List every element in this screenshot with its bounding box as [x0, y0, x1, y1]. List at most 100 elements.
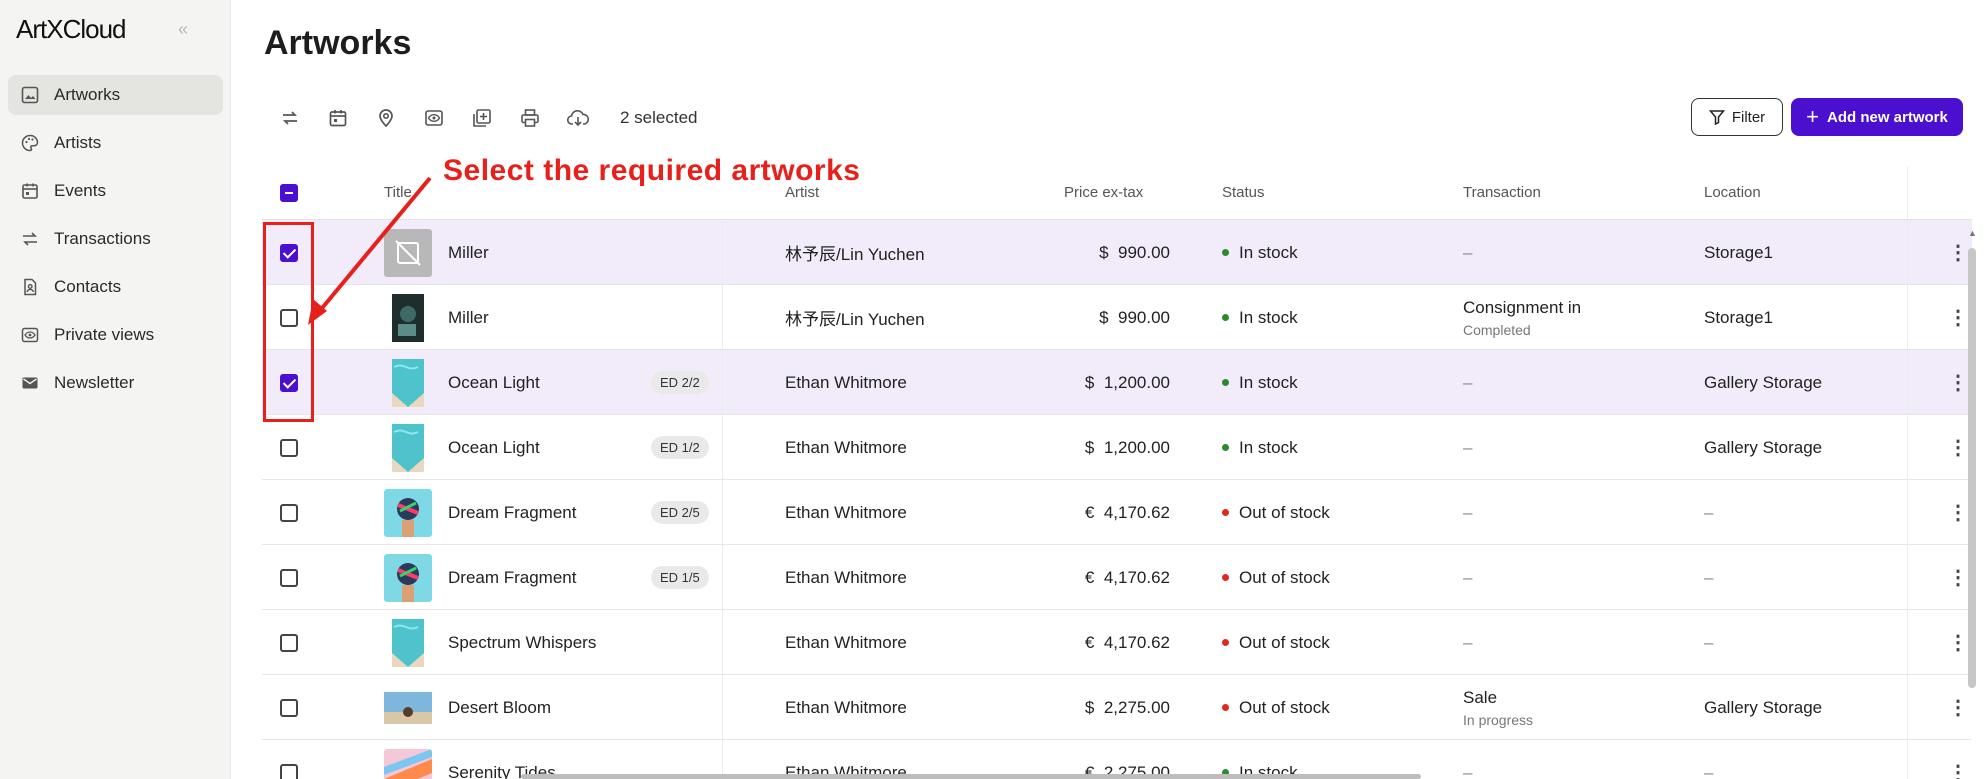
select-all-checkbox[interactable] — [280, 184, 298, 202]
status-label: In stock — [1239, 372, 1298, 392]
artist-cell[interactable]: Ethan Whitmore — [785, 350, 907, 415]
status-label: In stock — [1239, 242, 1298, 262]
sidebar-item-private-views[interactable]: Private views — [8, 315, 223, 355]
artist-cell[interactable]: 林予辰/Lin Yuchen — [785, 220, 925, 285]
artwork-title[interactable]: Spectrum Whispers — [448, 610, 596, 675]
header-location[interactable]: Location — [1704, 184, 1761, 201]
row-checkbox[interactable] — [280, 480, 298, 545]
location-cell: Gallery Storage — [1704, 697, 1823, 717]
sidebar-item-label: Contacts — [54, 277, 122, 296]
scrollbar-thumb[interactable] — [1968, 248, 1976, 688]
sidebar-item-events[interactable]: Events — [8, 171, 223, 211]
row-menu-icon[interactable]: ⋮ — [1948, 740, 1968, 779]
artwork-title[interactable]: Ocean Light — [448, 350, 540, 415]
sidebar-item-label: Artworks — [54, 85, 121, 104]
row-menu-icon[interactable]: ⋮ — [1948, 220, 1968, 285]
transaction-cell: Consignment in Completed — [1463, 285, 1581, 350]
add-new-artwork-button[interactable]: + Add new artwork — [1791, 98, 1963, 136]
app-logo[interactable]: ArtXCloud — [16, 14, 126, 45]
row-checkbox[interactable] — [280, 415, 298, 480]
row-menu-icon[interactable]: ⋮ — [1948, 285, 1968, 350]
cloud-download-icon[interactable] — [560, 102, 596, 134]
header-transaction[interactable]: Transaction — [1463, 184, 1541, 201]
scroll-up-icon[interactable]: ▲ — [1968, 228, 1977, 238]
artist-cell[interactable]: Ethan Whitmore — [785, 545, 907, 610]
annotation-highlight-box — [263, 222, 314, 422]
sidebar-item-artists[interactable]: Artists — [8, 123, 223, 163]
transfer-icon[interactable] — [272, 102, 308, 134]
table-row[interactable]: Ocean Light ED 1/2 Ethan Whitmore $ 1,200.0… — [262, 415, 1972, 480]
sidebar-item-newsletter[interactable]: Newsletter — [8, 363, 223, 403]
filter-icon — [1708, 110, 1725, 125]
artist-cell[interactable]: 林予辰/Lin Yuchen — [785, 285, 925, 350]
row-checkbox[interactable] — [280, 675, 298, 740]
artwork-thumbnail[interactable] — [384, 675, 432, 740]
row-menu-icon[interactable]: ⋮ — [1948, 610, 1968, 675]
artwork-title[interactable]: Dream Fragment — [448, 480, 576, 545]
column-divider — [722, 480, 723, 544]
artwork-thumbnail[interactable] — [384, 220, 432, 285]
row-checkbox[interactable] — [280, 545, 298, 610]
column-divider — [1907, 675, 1908, 739]
artist-cell[interactable]: Ethan Whitmore — [785, 610, 907, 675]
transaction-cell: – — [1463, 372, 1473, 392]
artwork-thumbnail[interactable] — [384, 285, 432, 350]
artwork-thumbnail[interactable] — [384, 350, 432, 415]
sidebar-item-label: Transactions — [54, 229, 151, 248]
artwork-title[interactable]: Miller — [448, 220, 489, 285]
artwork-title[interactable]: Ocean Light — [448, 415, 540, 480]
artwork-thumbnail[interactable] — [384, 545, 432, 610]
table-row[interactable]: Desert Bloom Ethan Whitmore $ 2,275.00 Out … — [262, 675, 1972, 740]
calendar-icon[interactable] — [320, 102, 356, 134]
filter-button-label: Filter — [1731, 108, 1766, 126]
table-row[interactable]: Dream Fragment ED 2/5 Ethan Whitmore € 4,17… — [262, 480, 1972, 545]
artist-cell[interactable]: Ethan Whitmore — [785, 415, 907, 480]
artwork-thumbnail[interactable] — [384, 415, 432, 480]
sidebar-item-artworks[interactable]: Artworks — [8, 75, 223, 115]
sidebar: ArtXCloud « Artworks Artists Events Tran… — [0, 0, 231, 779]
location-cell: Gallery Storage — [1704, 372, 1823, 392]
sidebar-item-contacts[interactable]: Contacts — [8, 267, 223, 307]
column-divider — [1907, 415, 1908, 479]
collapse-sidebar-icon[interactable]: « — [178, 19, 188, 40]
artwork-thumbnail[interactable] — [384, 480, 432, 545]
status-cell: Out of stock — [1222, 545, 1330, 610]
vertical-scrollbar[interactable]: ▲ — [1966, 228, 1978, 779]
row-checkbox[interactable] — [280, 740, 298, 779]
column-divider — [1907, 220, 1908, 284]
transaction-cell: – — [1463, 632, 1473, 652]
table-row[interactable]: Ocean Light ED 2/2 Ethan Whitmore $ 1,200.0… — [262, 350, 1972, 415]
header-title[interactable]: Title — [384, 184, 412, 201]
print-icon[interactable] — [512, 102, 548, 134]
horizontal-scrollbar[interactable] — [521, 774, 1421, 779]
table-row[interactable]: Dream Fragment ED 1/5 Ethan Whitmore € 4,17… — [262, 545, 1972, 610]
status-label: In stock — [1239, 437, 1298, 457]
row-menu-icon[interactable]: ⋮ — [1948, 545, 1968, 610]
filter-button[interactable]: Filter — [1691, 98, 1783, 136]
row-menu-icon[interactable]: ⋮ — [1948, 675, 1968, 740]
header-price[interactable]: Price ex-tax — [1064, 184, 1143, 201]
artwork-thumbnail[interactable] — [384, 740, 432, 779]
row-checkbox[interactable] — [280, 610, 298, 675]
table-row[interactable]: Miller 林予辰/Lin Yuchen $ 990.00 In stock Cons… — [262, 285, 1972, 350]
artist-cell[interactable]: Ethan Whitmore — [785, 675, 907, 740]
row-menu-icon[interactable]: ⋮ — [1948, 480, 1968, 545]
artwork-title[interactable]: Dream Fragment — [448, 545, 576, 610]
row-menu-icon[interactable]: ⋮ — [1948, 350, 1968, 415]
artwork-title[interactable]: Desert Bloom — [448, 675, 551, 740]
table-row[interactable]: Spectrum Whispers Ethan Whitmore € 4,170.6… — [262, 610, 1972, 675]
add-to-collection-icon[interactable] — [464, 102, 500, 134]
transaction-cell: – — [1463, 242, 1473, 262]
column-divider — [1907, 350, 1908, 414]
private-view-icon[interactable] — [416, 102, 452, 134]
table-row[interactable]: Miller 林予辰/Lin Yuchen $ 990.00 In stock – Sto… — [262, 220, 1972, 285]
location-pin-icon[interactable] — [368, 102, 404, 134]
location-cell: – — [1704, 632, 1714, 652]
mail-icon — [18, 371, 42, 395]
artwork-thumbnail[interactable] — [384, 610, 432, 675]
row-menu-icon[interactable]: ⋮ — [1948, 415, 1968, 480]
header-status[interactable]: Status — [1222, 184, 1265, 201]
artist-cell[interactable]: Ethan Whitmore — [785, 480, 907, 545]
sidebar-item-transactions[interactable]: Transactions — [8, 219, 223, 259]
artwork-title[interactable]: Miller — [448, 285, 489, 350]
